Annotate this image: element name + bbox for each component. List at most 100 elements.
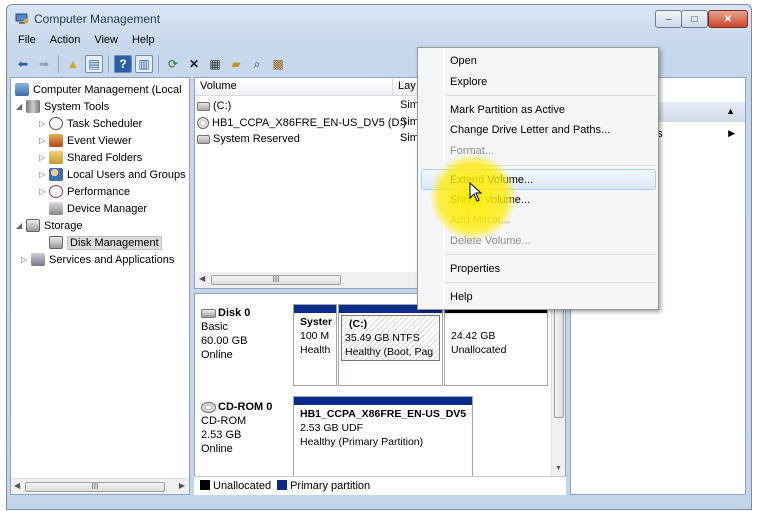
- back-icon[interactable]: ⬅: [14, 55, 32, 73]
- menu-action[interactable]: Action: [43, 31, 88, 51]
- scroll-thumb[interactable]: III: [211, 275, 341, 285]
- column-header-volume[interactable]: Volume: [195, 78, 393, 96]
- volume-row[interactable]: System Reserved: [197, 131, 300, 147]
- hard-disk-icon: [201, 308, 216, 318]
- legend-unallocated: Unallocated: [200, 480, 271, 492]
- expand-arrow-icon[interactable]: ▷: [39, 187, 49, 196]
- scroll-left-icon[interactable]: ◀: [199, 274, 205, 283]
- partition-cdrom[interactable]: HB1_CCPA_X86FRE_EN-US_DV5 2.53 GB UDF He…: [293, 396, 473, 478]
- show-hide-tree-icon[interactable]: ▤: [85, 55, 103, 73]
- scroll-left-icon[interactable]: ◀: [14, 481, 20, 490]
- expand-arrow-icon[interactable]: ▷: [39, 170, 49, 179]
- menu-help[interactable]: Help: [125, 31, 162, 51]
- disk-map-vertical-scrollbar[interactable]: ▼: [551, 294, 565, 494]
- menu-file[interactable]: File: [11, 31, 43, 51]
- disk-size: 2.53 GB: [201, 429, 242, 441]
- collapse-arrow-icon[interactable]: ◢: [16, 221, 26, 230]
- tree-item-label: Device Manager: [67, 202, 148, 215]
- scroll-right-icon[interactable]: ▶: [179, 481, 185, 490]
- maximize-button[interactable]: □: [681, 10, 708, 28]
- partition-system-reserved[interactable]: Syster 100 M Health: [293, 304, 337, 386]
- tree-item-services[interactable]: ▷ Services and Applications: [21, 251, 174, 268]
- tree-item-disk-management[interactable]: Disk Management: [49, 234, 162, 251]
- expand-arrow-icon[interactable]: ▷: [39, 153, 49, 162]
- help-icon[interactable]: ?: [114, 55, 132, 73]
- window-title: Computer Management: [34, 12, 161, 26]
- delete-icon[interactable]: ✕: [185, 55, 203, 73]
- refresh-icon[interactable]: ⟳: [164, 55, 182, 73]
- properties-pane-icon[interactable]: ▥: [135, 55, 153, 73]
- menu-item-open[interactable]: Open: [450, 55, 477, 67]
- collapse-up-icon[interactable]: ▲: [726, 106, 735, 116]
- disk-0-info[interactable]: Disk 0 Basic 60.00 GB Online: [201, 306, 250, 362]
- computer-icon: [15, 83, 29, 96]
- collapse-arrow-icon[interactable]: ◢: [16, 102, 26, 111]
- partition-type-bar: [294, 305, 336, 313]
- expand-arrow-icon[interactable]: ▷: [39, 136, 49, 145]
- tree-item-label: Task Scheduler: [67, 117, 143, 130]
- partition-status: Healthy (Primary Partition): [300, 436, 424, 448]
- expand-arrow-icon[interactable]: ▷: [39, 119, 49, 128]
- disk-type: Basic: [201, 321, 228, 333]
- disk-status: Online: [201, 443, 233, 455]
- menu-view[interactable]: View: [87, 31, 125, 51]
- disk-name: CD-ROM 0: [218, 401, 273, 413]
- tree-item-shared-folders[interactable]: ▷ Shared Folders: [39, 149, 142, 166]
- scroll-thumb[interactable]: III: [25, 482, 165, 492]
- tree-item-storage[interactable]: ◢ Storage: [16, 217, 83, 234]
- title-bar[interactable]: Computer Management – □ ✕: [7, 5, 751, 31]
- search-icon[interactable]: ⌕: [248, 55, 266, 73]
- up-folder-icon[interactable]: ▲: [64, 55, 82, 73]
- partition-c-drive[interactable]: (C:) 35.49 GB NTFS Healthy (Boot, Pag: [338, 304, 443, 386]
- tree-item-root[interactable]: Computer Management (Local: [15, 81, 182, 98]
- drive-icon: [197, 134, 210, 144]
- toolbar-separator: [158, 55, 159, 73]
- menu-item-delete-volume[interactable]: Delete Volume...: [450, 235, 531, 247]
- menu-separator: [446, 254, 656, 255]
- tree-item-performance[interactable]: ▷ Performance: [39, 183, 130, 200]
- shared-folder-icon: [49, 151, 63, 164]
- properties-icon[interactable]: ▦: [206, 55, 224, 73]
- cdrom-0-info[interactable]: CD-ROM 0 CD-ROM 2.53 GB Online: [201, 400, 272, 456]
- menu-item-mark-active[interactable]: Mark Partition as Active: [450, 104, 565, 116]
- menu-item-extend-volume[interactable]: Extend Volume...: [450, 174, 533, 186]
- scroll-thumb[interactable]: [554, 298, 564, 418]
- tree-item-event-viewer[interactable]: ▷ Event Viewer: [39, 132, 132, 149]
- export-icon[interactable]: ▩: [269, 55, 287, 73]
- services-icon: [31, 253, 45, 266]
- partition-unallocated[interactable]: 24.42 GB Unallocated: [444, 304, 548, 386]
- console-tree: Computer Management (Local ◢ System Tool…: [10, 77, 190, 495]
- tree-item-local-users[interactable]: ▷ Local Users and Groups: [39, 166, 186, 183]
- volume-row[interactable]: HB1_CCPA_X86FRE_EN-US_DV5 (D:): [197, 115, 406, 131]
- legend: Unallocated Primary partition: [194, 476, 566, 495]
- clock-icon: [49, 117, 63, 130]
- expand-arrow-icon[interactable]: ▷: [21, 255, 31, 264]
- menu-item-properties[interactable]: Properties: [450, 263, 500, 275]
- scroll-down-icon[interactable]: ▼: [555, 465, 562, 472]
- menu-item-add-mirror[interactable]: Add Mirror...: [450, 214, 510, 226]
- partition-name: (C:): [349, 318, 368, 330]
- menu-item-format[interactable]: Format...: [450, 145, 494, 157]
- computer-management-icon: [15, 13, 29, 24]
- menu-item-explore[interactable]: Explore: [450, 76, 487, 88]
- system-tools-icon: [26, 100, 40, 113]
- menu-item-shrink-volume[interactable]: Shrink Volume...: [450, 194, 530, 206]
- submenu-arrow-icon[interactable]: ▶: [728, 128, 735, 139]
- cd-drive-icon: [201, 401, 216, 413]
- menu-separator: [446, 165, 656, 166]
- open-icon[interactable]: ▰: [227, 55, 245, 73]
- tree-horizontal-scrollbar[interactable]: ◀ III ▶: [11, 478, 189, 494]
- minimize-button[interactable]: –: [655, 10, 682, 28]
- volume-row[interactable]: (C:): [197, 98, 231, 114]
- legend-primary: Primary partition: [277, 480, 370, 492]
- disk-name: Disk 0: [218, 307, 251, 319]
- tree-item-device-manager[interactable]: Device Manager: [49, 200, 147, 217]
- forward-icon[interactable]: ➡: [35, 55, 53, 73]
- tree-item-system-tools[interactable]: ◢ System Tools: [16, 98, 109, 115]
- tree-item-task-scheduler[interactable]: ▷ Task Scheduler: [39, 115, 142, 132]
- close-button[interactable]: ✕: [708, 10, 748, 28]
- menu-item-change-letter[interactable]: Change Drive Letter and Paths...: [450, 124, 610, 136]
- drive-icon: [197, 101, 210, 111]
- menu-item-help[interactable]: Help: [450, 291, 473, 303]
- toolbar-separator: [108, 55, 109, 73]
